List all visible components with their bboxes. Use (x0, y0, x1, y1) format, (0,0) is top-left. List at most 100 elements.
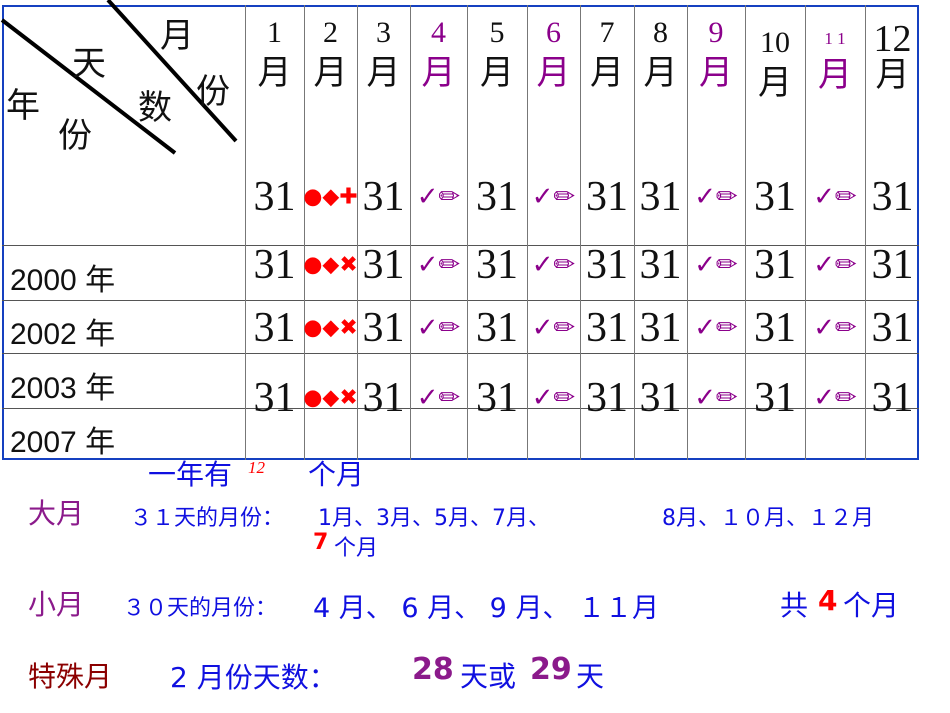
check-pencil-icon: ✓✏ (694, 182, 738, 212)
year-label: 2003 年 (10, 372, 116, 405)
year-label: 2000 年 (10, 264, 116, 297)
check-pencil-icon: ✓✏ (531, 383, 576, 413)
check-pencil-icon: ✓✏ (531, 182, 576, 212)
check-pencil-icon: ✓✏ (416, 250, 461, 280)
days-value: 31 (253, 174, 296, 220)
corner-label-year: 年 (6, 86, 40, 126)
big-month-list-1: 1月、3月、5月、7月、 (318, 506, 550, 531)
days-value: 31 (586, 174, 628, 220)
check-pencil-icon: ✓✏ (813, 313, 857, 343)
month-unit: 月 (421, 52, 456, 93)
month-number: 12 (873, 18, 912, 60)
month-unit: 月 (536, 52, 571, 93)
special-month-label: 特殊月 (28, 660, 113, 693)
days-value: 31 (754, 375, 796, 421)
days-value: 31 (253, 375, 296, 421)
month-unit: 月 (875, 55, 910, 95)
check-pencil-icon: ✓✏ (531, 250, 576, 280)
days-value: 31 (639, 305, 682, 351)
check-pencil-icon: ✓✏ (694, 383, 738, 413)
days-value: 31 (362, 305, 405, 351)
key-cross-icon: ●◆✖ (303, 252, 358, 278)
key-cross-icon: ●◆✖ (303, 385, 358, 411)
month-number: 7 (599, 16, 615, 49)
small-month-label: 小月 (28, 588, 85, 621)
check-pencil-icon: ✓✏ (813, 383, 857, 413)
days-value: 31 (586, 375, 628, 421)
corner-label-share: 份 (58, 116, 92, 156)
corner-label-fen: 份 (196, 72, 230, 112)
check-pencil-icon: ✓✏ (531, 313, 576, 343)
month-number: 2 (323, 16, 338, 49)
days-value: 31 (754, 305, 796, 351)
month-unit: 月 (366, 52, 401, 93)
days-value: 31 (586, 305, 628, 351)
month-unit: 月 (480, 52, 514, 93)
check-pencil-icon: ✓✏ (416, 182, 461, 212)
month-header: 1月 (245, 14, 304, 94)
key-cross-icon: ●◆✖ (303, 315, 358, 341)
month-number: 9 (708, 16, 724, 49)
big-month-count-unit: 个月 (334, 536, 379, 561)
month-unit: 月 (590, 52, 624, 93)
days-value: 31 (754, 174, 796, 220)
month-unit: 月 (643, 52, 678, 93)
month-header: 1 1 月 (805, 24, 865, 97)
month-number: 3 (376, 16, 391, 49)
month-header: 2月 (304, 14, 357, 94)
month-header: 10 月 (745, 24, 805, 104)
month-number: 1 (267, 16, 282, 49)
year-label: 2007 年 (10, 426, 116, 459)
check-pencil-icon: ✓✏ (694, 313, 738, 343)
days-value: 31 (253, 242, 296, 288)
month-header: 6月 (527, 14, 580, 94)
slide: 年 份 天 数 月 份 1 月 2 月 3 月 4 月 5 月 6 月 7 月 8 月 9 月 10 月 1 1 月 12 月… (0, 0, 950, 713)
month-header: 8月 (634, 14, 687, 94)
month-header: 12 月 (865, 18, 920, 97)
days-value: 31 (639, 174, 682, 220)
big-month-list-2: 8月、１０月、１２月 (662, 506, 874, 531)
small-month-desc: ３０天的月份： (123, 596, 278, 621)
month-number: 6 (546, 16, 561, 49)
check-pencil-icon: ✓✏ (416, 383, 461, 413)
month-unit: 月 (257, 52, 292, 93)
days-value: 31 (362, 174, 405, 220)
feb-days-29: 29 (530, 652, 572, 687)
days-value: 31 (476, 375, 518, 421)
check-pencil-icon: ✓✏ (813, 250, 857, 280)
days-value: 31 (476, 305, 518, 351)
month-header: 4月 (410, 14, 467, 94)
check-pencil-icon: ✓✏ (416, 313, 461, 343)
check-pencil-icon: ✓✏ (813, 182, 857, 212)
feb-days-or: 天或 (460, 660, 517, 693)
month-number: 4 (431, 16, 446, 49)
corner-label-month: 月 (160, 16, 194, 56)
small-month-total-count: 4 (818, 584, 838, 617)
days-value: 31 (476, 174, 518, 220)
year-label: 2002 年 (10, 318, 116, 351)
big-month-desc: ３１天的月份： (130, 506, 285, 531)
days-value: 31 (586, 242, 628, 288)
check-pencil-icon: ✓✏ (694, 250, 738, 280)
days-value: 31 (871, 242, 914, 288)
month-header: 5月 (467, 14, 527, 94)
days-value: 31 (639, 242, 682, 288)
year-months-suffix: 个月 (308, 458, 365, 491)
month-number: 10 (760, 26, 790, 59)
days-value: 31 (754, 242, 796, 288)
days-value: 31 (253, 305, 296, 351)
corner-label-day: 天 (72, 44, 106, 84)
special-month-desc: 2 月份天数： (170, 661, 337, 694)
days-value: 31 (871, 305, 914, 351)
days-value: 31 (362, 375, 405, 421)
days-value: 31 (476, 242, 518, 288)
days-value: 31 (871, 174, 914, 220)
row-divider (2, 353, 919, 354)
big-month-label: 大月 (28, 497, 85, 530)
days-value: 31 (871, 375, 914, 421)
month-unit: 月 (758, 62, 792, 103)
year-months-count: 12 (248, 458, 265, 477)
small-month-total-suffix: 个月 (843, 589, 900, 622)
small-month-total-prefix: 共 (780, 589, 809, 622)
month-unit: 月 (313, 52, 348, 93)
